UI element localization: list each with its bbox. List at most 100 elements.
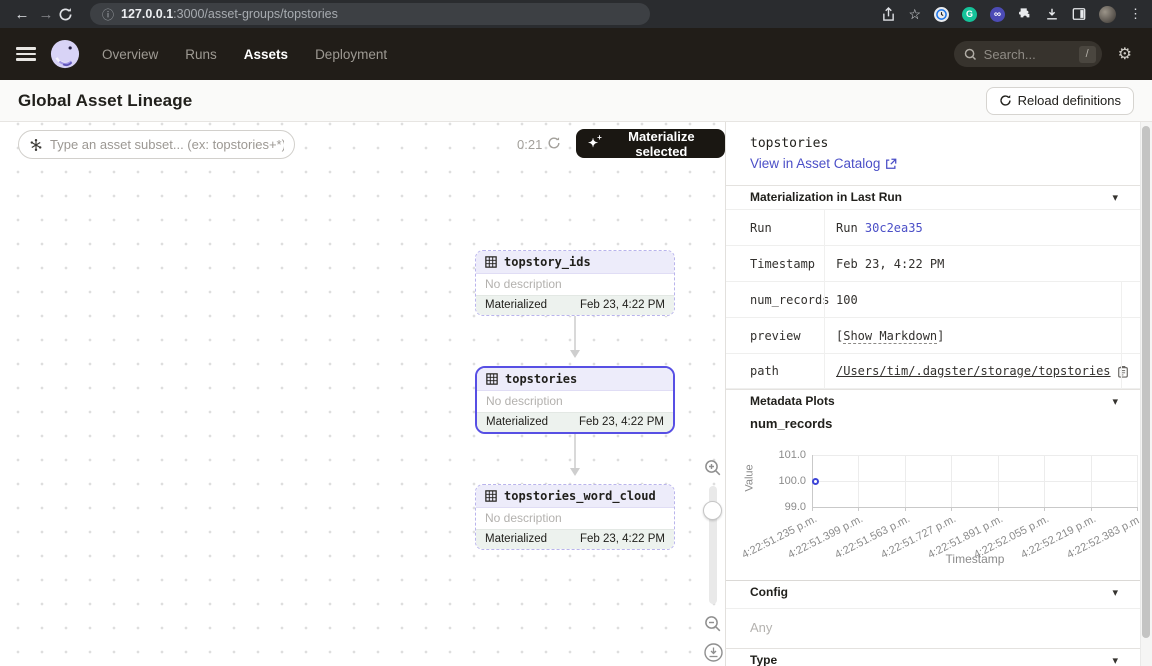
metadata-row-num-records: num_records 100 (726, 281, 1140, 317)
plot-title: num_records (750, 416, 832, 431)
asset-description: No description (477, 391, 673, 412)
page-title: Global Asset Lineage (18, 91, 192, 111)
view-in-asset-catalog-link[interactable]: View in Asset Catalog (750, 156, 897, 171)
table-column-divider (824, 209, 825, 389)
url-text: 127.0.0.1:3000/asset-groups/topstories (121, 7, 338, 21)
dagster-logo[interactable] (50, 39, 80, 69)
nav-item-runs[interactable]: Runs (185, 47, 217, 62)
section-config[interactable]: Config ▾ (726, 580, 1140, 603)
asset-subset-filter[interactable] (18, 130, 295, 159)
refresh-icon (999, 94, 1012, 107)
browser-toolbar: ← → ⓘ 127.0.0.1:3000/asset-groups/topsto… (0, 0, 1152, 28)
gridline (998, 455, 999, 507)
section-metadata-plots[interactable]: Metadata Plots ▾ (726, 389, 1140, 412)
y-tick-label: 101.0 (764, 449, 806, 461)
extension-grammarly-icon[interactable]: G (962, 7, 977, 22)
chevron-down-icon: ▾ (1112, 586, 1118, 599)
address-bar[interactable]: ⓘ 127.0.0.1:3000/asset-groups/topstories (90, 3, 650, 25)
global-search[interactable]: / (954, 41, 1102, 67)
profile-avatar[interactable] (1099, 6, 1116, 23)
chevron-down-icon: ▾ (1112, 395, 1118, 408)
bookmark-star-icon[interactable]: ☆ (908, 6, 921, 23)
graph-refresh-icon[interactable] (547, 136, 561, 150)
browser-forward-icon[interactable]: → (34, 6, 58, 23)
nav-item-deployment[interactable]: Deployment (315, 47, 387, 62)
lineage-edge-arrow (574, 434, 576, 474)
section-materialization-last-run[interactable]: Materialization in Last Run ▾ (726, 185, 1140, 208)
metadata-row-timestamp: Timestamp Feb 23, 4:22 PM (726, 245, 1140, 281)
gridline (1137, 455, 1138, 507)
browser-reload-icon[interactable] (58, 7, 82, 22)
x-axis-line (812, 507, 1138, 508)
gridline (951, 455, 952, 507)
asset-node-topstories[interactable]: topstories No description Materialized F… (475, 366, 675, 434)
zoom-slider-handle[interactable] (703, 501, 722, 520)
zoom-in-icon[interactable] (704, 459, 722, 477)
asset-status: Materialized (486, 416, 548, 429)
scrollbar-thumb[interactable] (1142, 126, 1150, 638)
y-tick-label: 99.0 (764, 501, 806, 513)
site-info-icon[interactable]: ⓘ (102, 6, 114, 23)
table-icon (485, 490, 497, 502)
primary-nav: Overview Runs Assets Deployment (102, 47, 387, 62)
search-input[interactable] (984, 47, 1072, 62)
reload-definitions-button[interactable]: Reload definitions (986, 87, 1134, 115)
asset-timestamp: Feb 23, 4:22 PM (579, 416, 664, 429)
asset-timestamp: Feb 23, 4:22 PM (580, 299, 665, 312)
y-tick-label: 100.0 (764, 475, 806, 487)
downloads-icon[interactable] (1045, 7, 1059, 21)
share-icon[interactable] (882, 7, 895, 22)
graph-filter-icon (29, 138, 43, 152)
table-icon (486, 373, 498, 385)
extensions-puzzle-icon[interactable] (1018, 7, 1032, 21)
browser-menu-icon[interactable]: ⋮ (1129, 6, 1142, 22)
metadata-row-preview: preview [Show Markdown] (726, 317, 1140, 353)
section-type[interactable]: Type ▾ (726, 648, 1140, 666)
asset-description: No description (476, 508, 674, 529)
settings-gear-icon[interactable]: ⚙ (1118, 44, 1132, 64)
run-id-link[interactable]: 30c2ea35 (865, 221, 923, 235)
sparkle-icon: ✦+ (588, 135, 603, 150)
hamburger-menu-icon[interactable] (16, 47, 36, 61)
asset-status: Materialized (485, 299, 547, 312)
extension-goggles-icon[interactable]: ∞ (990, 7, 1005, 22)
dagster-asset-lineage-window: ← → ⓘ 127.0.0.1:3000/asset-groups/topsto… (0, 0, 1152, 666)
browser-back-icon[interactable]: ← (10, 6, 34, 23)
lineage-edge-arrow (574, 316, 576, 356)
gridline (812, 455, 1138, 456)
metadata-row-path: path /Users/tim/.dagster/storage/topstor… (726, 353, 1140, 389)
chevron-down-icon: ▾ (1112, 191, 1118, 204)
path-link[interactable]: /Users/tim/.dagster/storage/topstories (836, 364, 1111, 378)
selected-asset-title: topstories (750, 136, 828, 151)
zoom-out-icon[interactable] (704, 615, 722, 633)
app-nav-bar: Overview Runs Assets Deployment / ⚙ (0, 28, 1152, 80)
copy-clipboard-icon[interactable] (1117, 365, 1129, 378)
gridline (1091, 455, 1092, 507)
extension-clock-icon[interactable] (934, 7, 949, 22)
asset-name: topstory_ids (504, 255, 591, 269)
gridline (1044, 455, 1045, 507)
gridline (812, 481, 1138, 482)
refresh-timer: 0:21 (517, 137, 542, 152)
nav-item-assets[interactable]: Assets (244, 47, 288, 62)
asset-details-panel: topstories View in Asset Catalog Materia… (726, 122, 1140, 666)
nav-item-overview[interactable]: Overview (102, 47, 158, 62)
recenter-view-icon[interactable] (704, 643, 723, 662)
chevron-down-icon: ▾ (1112, 654, 1118, 666)
side-panel-icon[interactable] (1072, 7, 1086, 21)
asset-node-topstory-ids[interactable]: topstory_ids No description Materialized… (475, 250, 675, 316)
materialize-selected-button[interactable]: ✦+ Materialize selected (576, 129, 725, 158)
data-point[interactable] (812, 478, 819, 485)
divider (726, 608, 1140, 609)
asset-node-topstories-word-cloud[interactable]: topstories_word_cloud No description Mat… (475, 484, 675, 550)
table-column-divider (1121, 281, 1122, 389)
asset-status: Materialized (485, 533, 547, 546)
metadata-row-run: Run Run 30c2ea35 (726, 209, 1140, 245)
chart-y-axis-title: Value (744, 464, 756, 491)
config-value: Any (750, 620, 772, 635)
external-link-icon (885, 158, 897, 170)
asset-name: topstories_word_cloud (504, 489, 656, 503)
asset-subset-input[interactable] (50, 137, 284, 152)
show-markdown-link[interactable]: Show Markdown (843, 329, 937, 344)
page-header: Global Asset Lineage Reload definitions (0, 80, 1152, 122)
